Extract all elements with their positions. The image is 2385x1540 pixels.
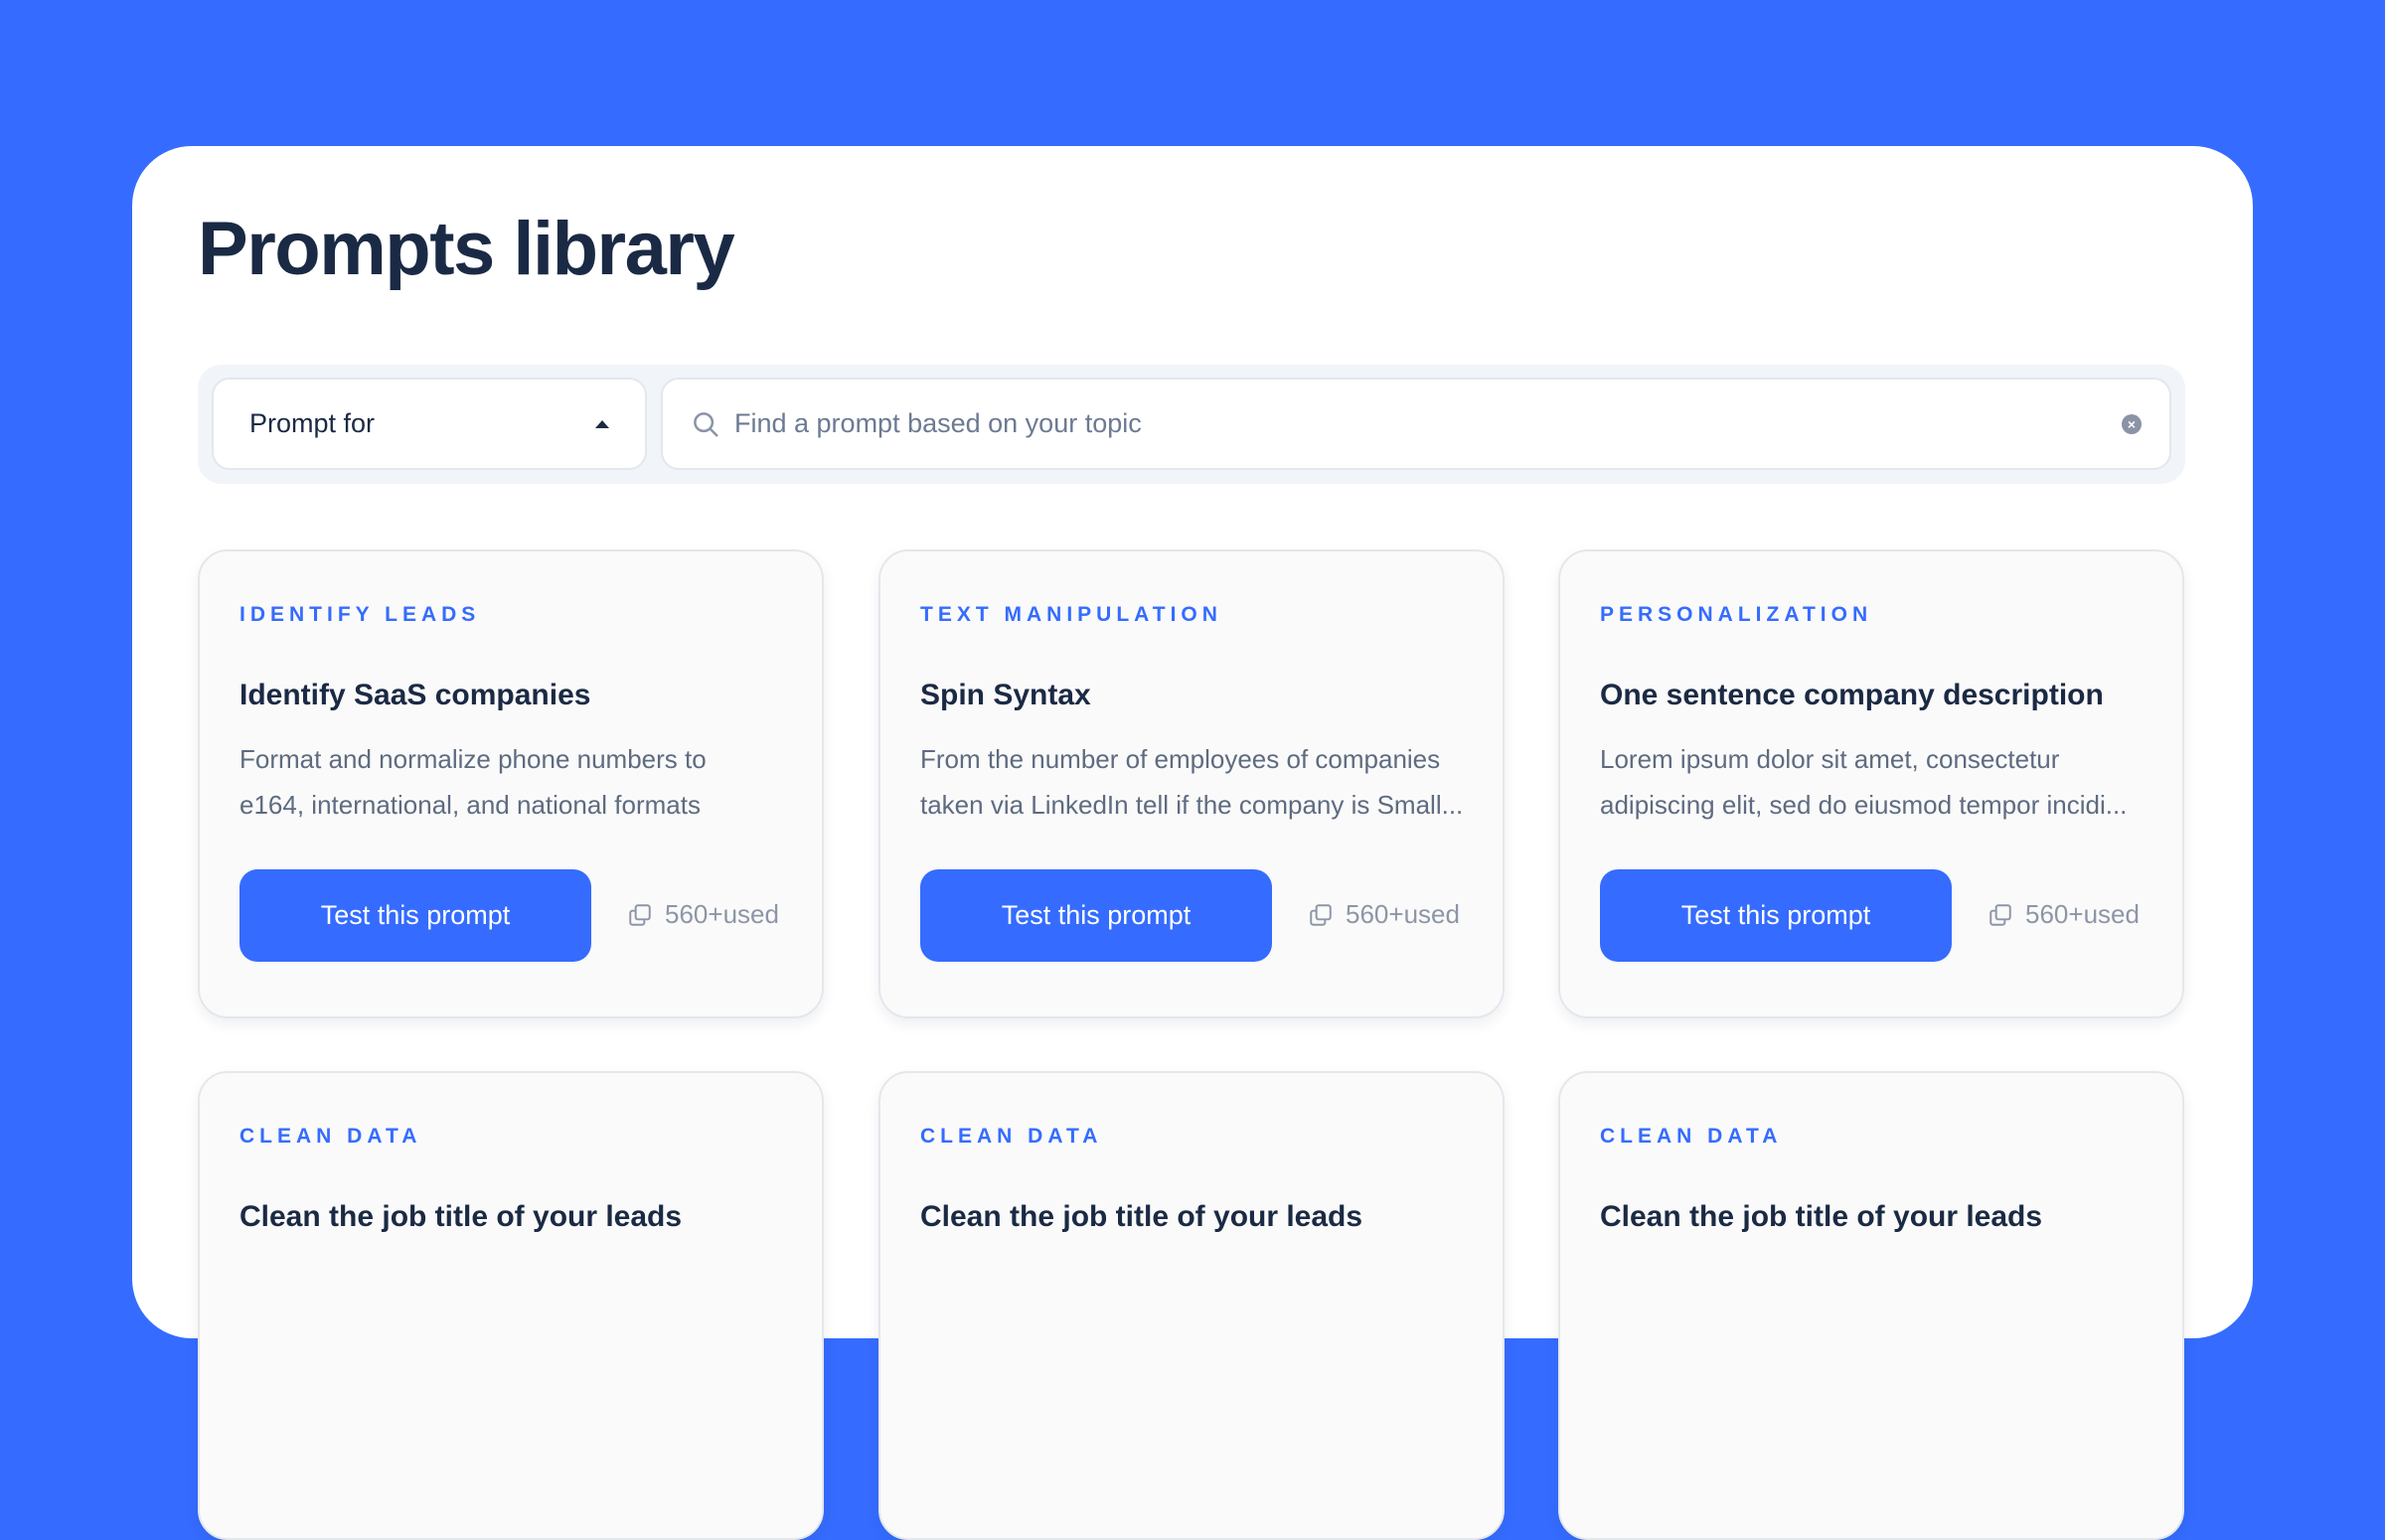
prompt-card[interactable]: Text manipulation Spin Syntax From the n… (878, 549, 1505, 1018)
search-box: × (661, 378, 2171, 470)
page-title: Prompts library (198, 207, 735, 291)
usage-count: 560+used (1308, 899, 1460, 930)
card-category: Clean data (239, 1125, 422, 1148)
clear-icon[interactable]: × (2122, 413, 2142, 434)
card-description-line: From the number of employees of companie… (920, 744, 1441, 774)
card-description-line: adipiscing elit, sed do eiusmod tempor i… (1600, 790, 2128, 820)
usage-count: 560+used (627, 899, 779, 930)
prompt-card[interactable]: Clean data Clean the job title of your l… (198, 1071, 824, 1540)
caret-up-icon (595, 419, 609, 428)
test-prompt-button[interactable]: Test this prompt (239, 869, 591, 962)
card-category: Identify leads (239, 603, 481, 626)
card-description-line: Format and normalize phone numbers to (239, 744, 707, 774)
copy-icon (1310, 903, 1332, 926)
card-title: Clean the job title of your leads (920, 1200, 1363, 1233)
card-category: Clean data (1600, 1125, 1783, 1148)
copy-icon (1989, 903, 2011, 926)
prompt-card[interactable]: Identify leads Identify SaaS companies F… (198, 549, 824, 1018)
card-description-line: e164, international, and national format… (239, 790, 701, 820)
prompt-card[interactable]: Clean data Clean the job title of your l… (1558, 1071, 2184, 1540)
card-description: Format and normalize phone numbers to e1… (239, 736, 796, 828)
card-title: Identify SaaS companies (239, 679, 591, 711)
card-title: Clean the job title of your leads (1600, 1200, 2043, 1233)
usage-count: 560+used (1988, 899, 2140, 930)
search-input[interactable] (734, 408, 2122, 439)
prompts-library-panel: Prompts library Prompt for × Identify le… (132, 146, 2253, 1540)
prompt-for-label: Prompt for (249, 408, 376, 438)
usage-label: 560+used (2025, 899, 2140, 929)
card-category: Clean data (920, 1125, 1103, 1148)
card-category: Text manipulation (920, 603, 1222, 626)
card-description: From the number of employees of companie… (920, 736, 1477, 828)
card-description: Lorem ipsum dolor sit amet, consectetur … (1600, 736, 2156, 828)
test-prompt-button[interactable]: Test this prompt (1600, 869, 1952, 962)
card-title: One sentence company description (1600, 679, 2104, 711)
usage-label: 560+used (1346, 899, 1460, 929)
search-icon (694, 411, 718, 436)
copy-icon (629, 903, 651, 926)
card-category: Personalization (1600, 603, 1873, 626)
filter-bar: Prompt for × (198, 365, 2185, 484)
prompt-card[interactable]: Personalization One sentence company des… (1558, 549, 2184, 1018)
card-title: Clean the job title of your leads (239, 1200, 683, 1233)
usage-label: 560+used (665, 899, 779, 929)
card-description-line: taken via LinkedIn tell if the company i… (920, 790, 1464, 820)
prompt-card[interactable]: Clean data Clean the job title of your l… (878, 1071, 1505, 1540)
prompt-for-select[interactable]: Prompt for (212, 378, 647, 470)
card-title: Spin Syntax (920, 679, 1091, 711)
card-description-line: Lorem ipsum dolor sit amet, consectetur (1600, 744, 2060, 774)
test-prompt-button[interactable]: Test this prompt (920, 869, 1272, 962)
